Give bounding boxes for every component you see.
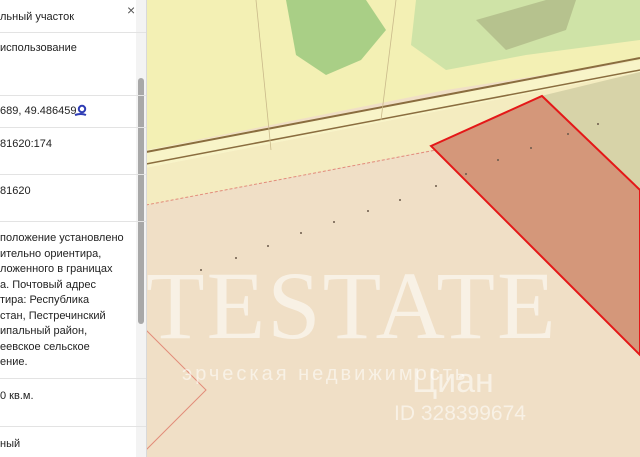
row-text: 0 кв.м. [0, 390, 34, 402]
watermark-logo: TESTATE [146, 252, 558, 359]
row-text: 81620 [0, 185, 31, 197]
info-panel: × льный участок использование 689, 49.48… [0, 0, 147, 457]
cadastral-map[interactable]: TESTATE эрческая недвижимость Циан ID 32… [146, 0, 640, 457]
watermark-brand: Циан [412, 362, 494, 400]
address-line: а. Почтовый адрес [0, 278, 96, 291]
address-line: стан, Пестречинский [0, 309, 106, 322]
panel-row-type: льный участок [0, 0, 146, 33]
address-line: тира: Республика [0, 294, 90, 306]
address-line: ение. [0, 356, 28, 368]
row-text: использование [0, 42, 77, 54]
map-canvas[interactable] [146, 0, 640, 457]
panel-row-area: 0 кв.м. [0, 379, 146, 427]
panel-row-coordinates: 689, 49.486459 [0, 96, 146, 128]
location-pin-icon[interactable] [74, 104, 88, 124]
address-line: еевское сельское [0, 340, 90, 353]
panel-row-status: ный [0, 427, 146, 457]
row-text: 81620:174 [0, 138, 52, 150]
address-line: ипальный район, [0, 325, 88, 337]
coordinates-text: 689, 49.486459 [0, 105, 77, 117]
panel-row-usage: использование [0, 33, 146, 96]
row-text: ный [0, 438, 21, 450]
panel-row-cadastral-number: 81620:174 [0, 128, 146, 175]
address-line: положение установлено [0, 232, 124, 244]
panel-row-address: положение установлено ительно ориентира,… [0, 222, 146, 379]
panel-row-quarter: 81620 [0, 175, 146, 222]
address-line: ложенного в границах [0, 263, 113, 275]
watermark-id: ID 328399674 [394, 402, 526, 425]
row-text: льный участок [0, 11, 75, 23]
address-line: ительно ориентира, [0, 247, 102, 260]
